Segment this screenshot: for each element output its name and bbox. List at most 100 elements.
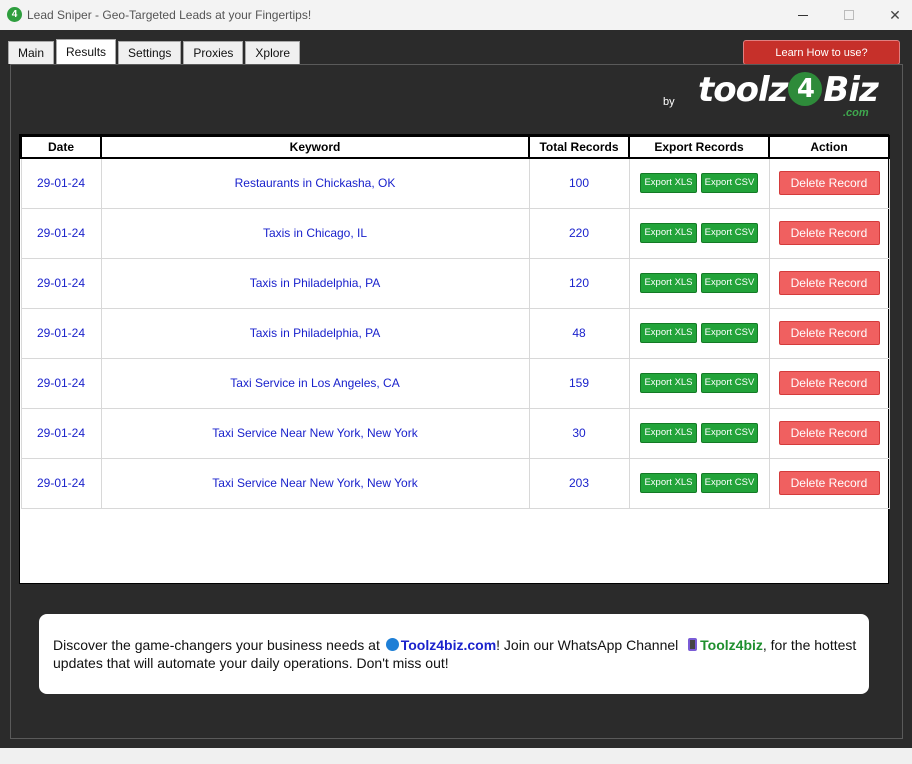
export-xls-button[interactable]: Export XLS xyxy=(640,273,697,293)
tab-proxies[interactable]: Proxies xyxy=(183,41,244,64)
export-csv-button[interactable]: Export CSV xyxy=(701,223,758,243)
close-icon: ✕ xyxy=(889,6,901,23)
cell-date: 29-01-24 xyxy=(20,357,102,409)
cell-export: Export XLS Export CSV xyxy=(628,357,770,409)
export-xls-button[interactable]: Export XLS xyxy=(640,473,697,493)
maximize-button[interactable] xyxy=(826,0,872,30)
table-row: 29-01-24 Taxi Service in Los Angeles, CA… xyxy=(20,357,890,409)
promo-text-2: ! Join our WhatsApp Channel xyxy=(496,637,683,653)
cell-keyword: Restaurants in Chickasha, OK xyxy=(100,157,530,209)
export-xls-button[interactable]: Export XLS xyxy=(640,173,697,194)
column-header-date: Date xyxy=(20,135,102,159)
cell-action: Delete Record xyxy=(768,257,890,309)
export-xls-button[interactable]: Export XLS xyxy=(640,423,697,443)
cell-action: Delete Record xyxy=(768,457,890,509)
export-csv-button[interactable]: Export CSV xyxy=(701,423,758,443)
cell-keyword: Taxis in Chicago, IL xyxy=(100,207,530,259)
brand-by-label: by xyxy=(663,96,675,108)
close-button[interactable]: ✕ xyxy=(872,0,912,30)
delete-record-button[interactable]: Delete Record xyxy=(778,471,880,495)
table-row: 29-01-24 Taxis in Philadelphia, PA 48 Ex… xyxy=(20,307,890,359)
promo-text-1: Discover the game-changers your business… xyxy=(53,637,384,653)
cell-date: 29-01-24 xyxy=(20,207,102,259)
maximize-icon xyxy=(844,10,854,20)
records-table: Date Keyword Total Records Export Record… xyxy=(19,134,890,584)
cell-export: Export XLS Export CSV xyxy=(628,457,770,509)
learn-how-button[interactable]: Learn How to use? xyxy=(743,40,900,65)
delete-record-button[interactable]: Delete Record xyxy=(778,421,880,445)
column-header-action: Action xyxy=(768,135,890,159)
promo-site-link[interactable]: Toolz4biz.com xyxy=(401,637,496,653)
promo-channel-link[interactable]: Toolz4biz xyxy=(700,637,763,653)
export-xls-button[interactable]: Export XLS xyxy=(640,373,697,393)
delete-record-button[interactable]: Delete Record xyxy=(778,321,880,345)
tab-results[interactable]: Results xyxy=(56,39,117,64)
table-body: 29-01-24 Restaurants in Chickasha, OK 10… xyxy=(20,157,890,509)
app-logo-icon: 4 xyxy=(7,7,22,22)
phone-icon xyxy=(688,638,698,651)
tab-settings[interactable]: Settings xyxy=(118,41,182,64)
export-csv-button[interactable]: Export CSV xyxy=(701,473,758,493)
export-csv-button[interactable]: Export CSV xyxy=(701,323,758,343)
table-row: 29-01-24 Taxis in Philadelphia, PA 120 E… xyxy=(20,257,890,309)
table-header-row: Date Keyword Total Records Export Record… xyxy=(20,135,890,159)
cell-total: 100 xyxy=(528,157,630,209)
cell-keyword: Taxis in Philadelphia, PA xyxy=(100,307,530,359)
delete-record-button[interactable]: Delete Record xyxy=(778,271,880,295)
cell-date: 29-01-24 xyxy=(20,407,102,459)
promo-banner: Discover the game-changers your business… xyxy=(39,614,869,694)
export-xls-button[interactable]: Export XLS xyxy=(640,223,697,243)
delete-record-button[interactable]: Delete Record xyxy=(778,171,880,196)
cell-action: Delete Record xyxy=(768,307,890,359)
cell-export: Export XLS Export CSV xyxy=(628,257,770,309)
table-row: 29-01-24 Taxi Service Near New York, New… xyxy=(20,457,890,509)
table-row: 29-01-24 Taxi Service Near New York, New… xyxy=(20,407,890,459)
tab-xplore[interactable]: Xplore xyxy=(245,41,301,64)
column-header-total: Total Records xyxy=(528,135,630,159)
cell-action: Delete Record xyxy=(768,407,890,459)
bottom-strip xyxy=(0,748,912,764)
logo-suffix: .com xyxy=(843,107,869,119)
export-csv-button[interactable]: Export CSV xyxy=(701,173,758,194)
logo-text-right: Biz xyxy=(823,70,878,110)
cell-keyword: Taxis in Philadelphia, PA xyxy=(100,257,530,309)
cell-date: 29-01-24 xyxy=(20,257,102,309)
cell-action: Delete Record xyxy=(768,357,890,409)
cell-export: Export XLS Export CSV xyxy=(628,157,770,209)
cell-export: Export XLS Export CSV xyxy=(628,307,770,359)
export-csv-button[interactable]: Export CSV xyxy=(701,373,758,393)
cell-date: 29-01-24 xyxy=(20,307,102,359)
cell-total: 220 xyxy=(528,207,630,259)
logo-text-left: toolz xyxy=(698,70,788,110)
minimize-icon xyxy=(798,14,808,16)
cell-keyword: Taxi Service Near New York, New York xyxy=(100,457,530,509)
column-header-export: Export Records xyxy=(628,135,770,159)
globe-icon xyxy=(385,638,399,651)
cell-keyword: Taxi Service Near New York, New York xyxy=(100,407,530,459)
export-csv-button[interactable]: Export CSV xyxy=(701,273,758,293)
table-row: 29-01-24 Taxis in Chicago, IL 220 Export… xyxy=(20,207,890,259)
cell-keyword: Taxi Service in Los Angeles, CA xyxy=(100,357,530,409)
delete-record-button[interactable]: Delete Record xyxy=(778,221,880,245)
cell-export: Export XLS Export CSV xyxy=(628,207,770,259)
cell-total: 159 xyxy=(528,357,630,409)
cell-date: 29-01-24 xyxy=(20,457,102,509)
delete-record-button[interactable]: Delete Record xyxy=(778,371,880,395)
cell-total: 30 xyxy=(528,407,630,459)
cell-action: Delete Record xyxy=(768,207,890,259)
tab-bar: Main Results Settings Proxies Xplore xyxy=(8,39,302,64)
cell-total: 203 xyxy=(528,457,630,509)
brand-logo: toolz 4 Biz xyxy=(698,70,879,110)
cell-total: 48 xyxy=(528,307,630,359)
cell-export: Export XLS Export CSV xyxy=(628,407,770,459)
cell-date: 29-01-24 xyxy=(20,157,102,209)
export-xls-button[interactable]: Export XLS xyxy=(640,323,697,343)
column-header-keyword: Keyword xyxy=(100,135,530,159)
logo-four-badge: 4 xyxy=(788,72,823,106)
cell-action: Delete Record xyxy=(768,157,890,209)
tab-main[interactable]: Main xyxy=(8,41,55,64)
minimize-button[interactable] xyxy=(780,0,826,30)
table-row: 29-01-24 Restaurants in Chickasha, OK 10… xyxy=(20,157,890,209)
cell-total: 120 xyxy=(528,257,630,309)
window-title: Lead Sniper - Geo-Targeted Leads at your… xyxy=(27,8,312,22)
